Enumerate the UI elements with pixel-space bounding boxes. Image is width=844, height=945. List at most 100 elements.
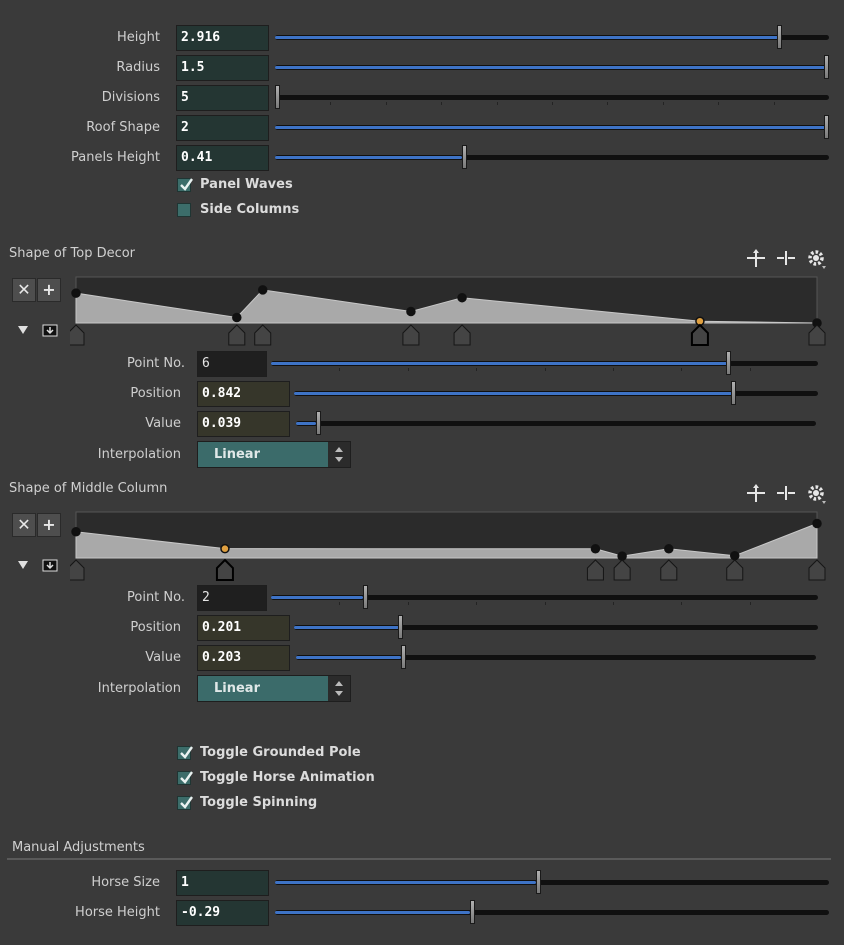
param-divisions-slider[interactable]: [275, 85, 829, 109]
slider-track[interactable]: [275, 880, 829, 885]
slider-handle[interactable]: [363, 585, 369, 609]
param-radius-field[interactable]: 1.5: [176, 55, 269, 81]
ramp-point[interactable]: [257, 285, 268, 295]
param-height-field[interactable]: 2.916: [176, 25, 269, 51]
ramp-point[interactable]: [664, 544, 674, 554]
slider-track[interactable]: [294, 391, 818, 396]
ramp-top-point-no-slider[interactable]: [271, 351, 818, 375]
slider-track[interactable]: [275, 95, 829, 100]
ramp-point[interactable]: [812, 518, 822, 529]
ramp-key-marker[interactable]: [808, 324, 826, 346]
ramp-mid-position-field[interactable]: 0.201: [197, 615, 290, 641]
cross-move-icon[interactable]: [745, 247, 767, 269]
ramp-top-delete-button[interactable]: ✕: [12, 278, 36, 302]
ramp-mid-point-no-slider[interactable]: [271, 585, 818, 609]
ramp-mid-add-button[interactable]: +: [37, 513, 61, 537]
split-icon[interactable]: [775, 482, 797, 504]
slider-handle[interactable]: [316, 411, 322, 435]
slider-handle[interactable]: [730, 381, 736, 405]
ramp-key-marker[interactable]: [402, 324, 420, 346]
slider-handle[interactable]: [469, 900, 475, 924]
horse-size-slider[interactable]: [275, 870, 829, 894]
param-panels-height-slider[interactable]: [275, 145, 829, 169]
slider-track[interactable]: [275, 155, 829, 160]
ramp-top-value-slider[interactable]: [296, 411, 816, 435]
ramp-point[interactable]: [729, 550, 740, 561]
toggle-horse-animation-checkbox[interactable]: [177, 771, 193, 785]
slider-handle[interactable]: [726, 351, 732, 375]
ramp-key-marker[interactable]: [228, 324, 246, 346]
side-columns-checkbox[interactable]: [177, 203, 191, 217]
ramp-point[interactable]: [406, 306, 416, 317]
triangle-down-icon[interactable]: [16, 324, 30, 336]
toggle-grounded-pole-checkbox[interactable]: [177, 746, 193, 760]
gear-icon[interactable]: [805, 247, 827, 269]
ramp-point[interactable]: [71, 527, 81, 537]
ramp-mid-value-field[interactable]: 0.203: [197, 645, 290, 671]
slider-handle[interactable]: [461, 145, 467, 169]
ramp-key-marker[interactable]: [726, 559, 744, 581]
slider-track[interactable]: [296, 655, 816, 660]
slider-track[interactable]: [275, 910, 829, 915]
ramp-mid-value-slider[interactable]: [296, 645, 816, 669]
ramp-key-marker[interactable]: [215, 558, 234, 581]
toggle-spinning-checkbox[interactable]: [177, 796, 193, 810]
slider-handle[interactable]: [398, 615, 404, 639]
param-panels-height-field[interactable]: 0.41: [176, 145, 269, 171]
gear-icon[interactable]: [805, 482, 827, 504]
param-roof-shape-field[interactable]: 2: [176, 115, 269, 141]
horse-height-field[interactable]: -0.29: [176, 900, 269, 926]
slider-track[interactable]: [275, 35, 829, 40]
slider-handle[interactable]: [824, 115, 829, 139]
ramp-key-marker[interactable]: [808, 559, 826, 581]
ramp-mid-editor[interactable]: [70, 511, 832, 583]
param-height-slider[interactable]: [275, 25, 829, 49]
slider-handle[interactable]: [777, 25, 783, 49]
ramp-top-editor[interactable]: [70, 276, 832, 348]
ramp-point[interactable]: [617, 551, 627, 561]
slider-track[interactable]: [271, 595, 818, 600]
save-icon[interactable]: [42, 324, 58, 337]
ramp-key-marker[interactable]: [453, 324, 471, 346]
triangle-down-icon[interactable]: [16, 559, 30, 571]
ramp-point[interactable]: [71, 288, 81, 298]
ramp-key-marker[interactable]: [254, 324, 272, 346]
ramp-key-marker[interactable]: [613, 559, 631, 581]
ramp-top-position-field[interactable]: 0.842: [197, 381, 290, 407]
param-divisions-field[interactable]: 5: [176, 85, 269, 111]
ramp-point[interactable]: [590, 544, 601, 554]
ramp-key-marker[interactable]: [690, 323, 709, 346]
horse-size-field[interactable]: 1: [176, 870, 269, 896]
param-roof-shape-slider[interactable]: [275, 115, 829, 139]
ramp-point[interactable]: [220, 543, 230, 554]
ramp-top-add-button[interactable]: +: [37, 278, 61, 302]
slider-handle[interactable]: [535, 870, 541, 894]
ramp-key-marker[interactable]: [660, 559, 678, 581]
slider-track[interactable]: [296, 421, 816, 426]
ramp-top-position-slider[interactable]: [294, 381, 818, 405]
slider-handle[interactable]: [275, 85, 280, 109]
ramp-key-marker[interactable]: [70, 324, 85, 346]
param-radius-slider[interactable]: [275, 55, 829, 79]
ramp-key-marker[interactable]: [586, 559, 604, 581]
panel-waves-checkbox[interactable]: [177, 178, 193, 192]
slider-track[interactable]: [275, 65, 829, 70]
slider-track[interactable]: [294, 625, 818, 630]
ramp-top-point-no-field[interactable]: 6: [197, 351, 267, 377]
slider-handle[interactable]: [400, 645, 406, 669]
horse-height-slider[interactable]: [275, 900, 829, 924]
ramp-mid-position-slider[interactable]: [294, 615, 818, 639]
save-icon[interactable]: [42, 559, 58, 572]
ramp-point[interactable]: [457, 292, 467, 303]
cross-move-icon[interactable]: [745, 482, 767, 504]
split-icon[interactable]: [775, 247, 797, 269]
ramp-mid-interpolation-select[interactable]: Linear: [197, 675, 351, 702]
ramp-top-interpolation-select[interactable]: Linear: [197, 441, 351, 468]
slider-track[interactable]: [275, 125, 829, 130]
ramp-key-marker[interactable]: [70, 559, 85, 581]
ramp-mid-point-no-field[interactable]: 2: [197, 585, 267, 611]
ramp-top-value-field[interactable]: 0.039: [197, 411, 290, 437]
slider-track[interactable]: [271, 361, 818, 366]
ramp-point[interactable]: [232, 312, 242, 323]
ramp-mid-delete-button[interactable]: ✕: [12, 513, 36, 537]
